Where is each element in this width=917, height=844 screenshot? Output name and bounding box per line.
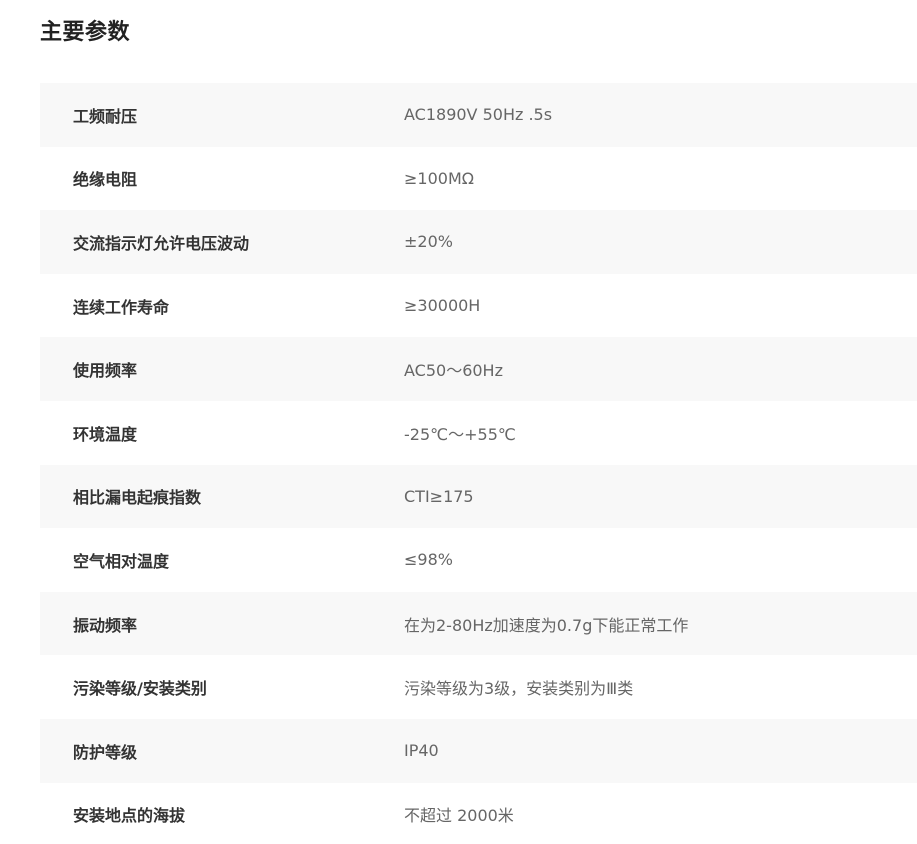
param-label: 安装地点的海拔: [73, 806, 186, 826]
param-row: 空气相对温度 ≤98%: [40, 528, 917, 592]
param-row: 连续工作寿命 ≥30000H: [40, 274, 917, 338]
param-value: 在为2-80Hz加速度为0.7g下能正常工作: [404, 615, 689, 635]
param-row: 安装地点的海拔 不超过 2000米: [40, 783, 917, 844]
param-row: 污染等级/安装类别 污染等级为3级，安装类别为Ⅲ类: [40, 655, 917, 719]
param-row: 防护等级 IP40: [40, 718, 917, 783]
param-row: 交流指示灯允许电压波动 ±20%: [40, 210, 917, 274]
param-value: 不超过 2000米: [404, 806, 514, 826]
param-label: 工频耐压: [73, 106, 138, 126]
param-label: 使用频率: [73, 361, 138, 381]
param-value: IP40: [404, 741, 439, 761]
param-label: 污染等级/安装类别: [73, 679, 207, 699]
param-value: -25℃～+55℃: [404, 424, 516, 444]
param-value: AC50～60Hz: [404, 361, 503, 381]
section-title: 主要参数: [40, 20, 131, 45]
param-label: 相比漏电起痕指数: [73, 488, 202, 508]
param-label: 绝缘电阻: [73, 170, 138, 190]
param-label: 交流指示灯允许电压波动: [73, 233, 250, 253]
param-value: 污染等级为3级，安装类别为Ⅲ类: [404, 679, 634, 699]
param-row: 相比漏电起痕指数 CTI≥175: [40, 464, 917, 529]
param-row: 绝缘电阻 ≥100MΩ: [40, 147, 917, 211]
param-value: ≤98%: [404, 550, 453, 570]
param-label: 环境温度: [73, 424, 138, 444]
param-value: ≥30000H: [404, 296, 481, 316]
param-label: 空气相对温度: [73, 551, 170, 571]
params-table: 工频耐压 AC1890V 50Hz .5s 绝缘电阻 ≥100MΩ 交流指示灯允…: [40, 83, 917, 844]
param-value: CTI≥175: [404, 486, 474, 506]
param-value: ±20%: [404, 232, 453, 252]
param-row: 振动频率 在为2-80Hz加速度为0.7g下能正常工作: [40, 591, 917, 656]
param-row: 工频耐压 AC1890V 50Hz .5s: [40, 83, 917, 147]
param-label: 连续工作寿命: [73, 297, 170, 317]
param-row: 环境温度 -25℃～+55℃: [40, 401, 917, 465]
param-label: 振动频率: [73, 615, 138, 635]
param-label: 防护等级: [73, 742, 138, 762]
param-value: AC1890V 50Hz .5s: [404, 105, 553, 125]
param-row: 使用频率 AC50～60Hz: [40, 337, 917, 401]
param-value: ≥100MΩ: [404, 168, 474, 188]
